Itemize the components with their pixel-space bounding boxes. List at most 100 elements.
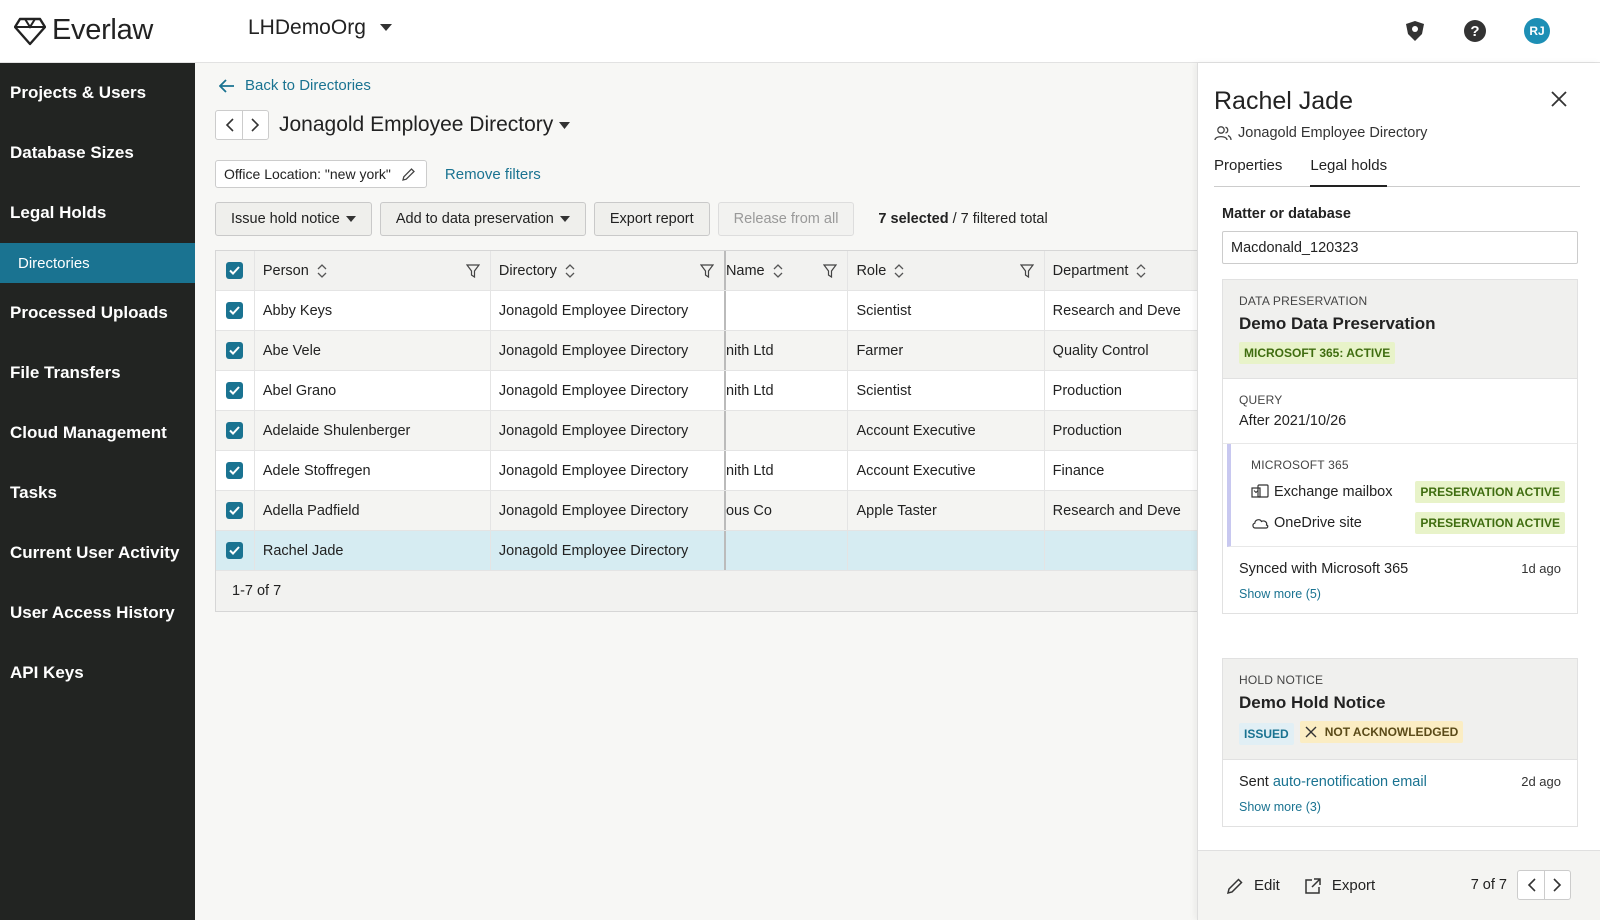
cell-directory: Jonagold Employee Directory	[491, 531, 726, 570]
issue-hold-notice-button[interactable]: Issue hold notice	[215, 202, 372, 236]
tab-legal-holds[interactable]: Legal holds	[1310, 157, 1388, 187]
exchange-icon	[1251, 484, 1269, 500]
sort-icon[interactable]	[1136, 263, 1146, 279]
row-checkbox[interactable]	[216, 451, 255, 490]
sidebar-item-directories[interactable]: Directories	[0, 243, 195, 283]
export-report-button[interactable]: Export report	[593, 202, 710, 236]
cell-department: Research and Deve	[1052, 302, 1181, 319]
sidebar-item-tasks[interactable]: Tasks	[0, 463, 195, 523]
preservation-title[interactable]: Demo Data Preservation	[1239, 314, 1561, 334]
help-icon[interactable]: ?	[1464, 20, 1486, 42]
table-row-selected[interactable]: Rachel Jade Jonagold Employee Directory	[216, 531, 1197, 571]
filtered-total: / 7 filtered total	[948, 211, 1048, 227]
table-row[interactable]: Abby Keys Jonagold Employee Directory Sc…	[216, 291, 1197, 331]
row-checkbox[interactable]	[216, 531, 255, 570]
cell-name: nith Ltd	[726, 331, 849, 370]
cell-name: ous Co	[726, 491, 849, 530]
cell-department: Research and Deve	[1052, 502, 1181, 519]
arrow-left-icon	[219, 78, 235, 93]
hold-notice-show-more-link[interactable]: Show more (3)	[1239, 800, 1561, 814]
sort-icon[interactable]	[773, 263, 783, 279]
org-switcher[interactable]: LHDemoOrg	[248, 16, 392, 40]
people-icon	[1214, 125, 1232, 141]
panel-footer: Edit Export 7 of 7	[1198, 850, 1600, 920]
sidebar-item-processed-uploads[interactable]: Processed Uploads	[0, 283, 195, 343]
panel-nav-arrows	[1517, 870, 1571, 900]
sidebar-item-projects-users[interactable]: Projects & Users	[0, 63, 195, 123]
preservation-show-more-link[interactable]: Show more (5)	[1239, 587, 1561, 601]
cell-person: Adele Stoffregen	[255, 451, 491, 490]
sidebar-item-file-transfers[interactable]: File Transfers	[0, 343, 195, 403]
table-row[interactable]: Adelaide Shulenberger Jonagold Employee …	[216, 411, 1197, 451]
cell-department: Quality Control	[1052, 342, 1149, 359]
export-button[interactable]: Export	[1304, 877, 1375, 895]
chevron-right-icon[interactable]	[242, 111, 268, 139]
everlaw-logo[interactable]: Everlaw	[14, 14, 153, 47]
row-checkbox[interactable]	[216, 411, 255, 450]
back-to-directories-link[interactable]: Back to Directories	[219, 77, 371, 94]
sidebar-item-legal-holds[interactable]: Legal Holds	[0, 183, 195, 243]
cell-person: Abel Grano	[255, 371, 491, 410]
row-checkbox[interactable]	[216, 371, 255, 410]
table-row[interactable]: Abe Vele Jonagold Employee Directory nit…	[216, 331, 1197, 371]
back-link-label: Back to Directories	[245, 77, 371, 94]
m365-label: MICROSOFT 365	[1251, 458, 1349, 472]
sidebar-item-database-sizes[interactable]: Database Sizes	[0, 123, 195, 183]
directory-title-dropdown[interactable]: Jonagold Employee Directory	[279, 113, 571, 137]
cell-role: Apple Taster	[848, 491, 1045, 530]
office-location-filter[interactable]: Office Location: "new york"	[215, 160, 427, 188]
shield-icon[interactable]	[1404, 20, 1426, 42]
column-header-person[interactable]: Person	[255, 251, 491, 290]
selection-count: 7 selected / 7 filtered total	[878, 211, 1047, 227]
filter-icon[interactable]	[1019, 263, 1034, 278]
auto-renotification-link[interactable]: auto-renotification email	[1273, 774, 1427, 790]
sort-icon[interactable]	[565, 263, 575, 279]
filter-icon[interactable]	[699, 263, 714, 278]
close-icon[interactable]	[1551, 91, 1567, 107]
chevron-right-icon[interactable]	[1544, 871, 1570, 899]
pencil-icon[interactable]	[401, 167, 416, 182]
sort-icon[interactable]	[894, 263, 904, 279]
table-row[interactable]: Abel Grano Jonagold Employee Directory n…	[216, 371, 1197, 411]
caret-down-icon	[559, 121, 571, 129]
caret-down-icon	[379, 24, 392, 32]
select-all-checkbox[interactable]	[216, 251, 255, 290]
row-checkbox[interactable]	[216, 491, 255, 530]
user-avatar[interactable]: RJ	[1524, 18, 1550, 44]
onedrive-status-badge: PRESERVATION ACTIVE	[1415, 512, 1565, 534]
table-row[interactable]: Adella Padfield Jonagold Employee Direct…	[216, 491, 1197, 531]
matter-input[interactable]: Macdonald_120323	[1222, 231, 1578, 264]
chevron-left-icon[interactable]	[216, 111, 242, 139]
filter-icon[interactable]	[823, 263, 838, 278]
sidebar-item-api-keys[interactable]: API Keys	[0, 643, 195, 703]
sidebar-item-cloud-management[interactable]: Cloud Management	[0, 403, 195, 463]
add-to-data-preservation-button[interactable]: Add to data preservation	[379, 202, 586, 236]
column-header-name[interactable]: Name	[726, 251, 849, 290]
sidebar-item-user-access-history[interactable]: User Access History	[0, 583, 195, 643]
column-header-directory[interactable]: Directory	[491, 251, 726, 290]
column-header-role[interactable]: Role	[848, 251, 1045, 290]
name-header-label: Name	[725, 262, 765, 279]
cell-person: Adella Padfield	[255, 491, 491, 530]
person-directory-label: Jonagold Employee Directory	[1238, 125, 1428, 141]
cell-name: nith Ltd	[726, 371, 849, 410]
sidebar: Projects & Users Database Sizes Legal Ho…	[0, 63, 195, 920]
table-row[interactable]: Adele Stoffregen Jonagold Employee Direc…	[216, 451, 1197, 491]
edit-button[interactable]: Edit	[1226, 877, 1280, 895]
release-from-all-button[interactable]: Release from all	[717, 202, 855, 236]
cloud-icon	[1251, 516, 1269, 530]
query-value: After 2021/10/26	[1239, 413, 1347, 429]
filter-icon[interactable]	[465, 263, 480, 278]
sidebar-item-current-user-activity[interactable]: Current User Activity	[0, 523, 195, 583]
pager-label: 7 of 7	[1470, 877, 1507, 893]
column-header-department[interactable]: Department	[1045, 251, 1197, 290]
row-checkbox[interactable]	[216, 331, 255, 370]
person-header-label: Person	[262, 262, 309, 279]
hold-notice-title[interactable]: Demo Hold Notice	[1239, 693, 1561, 713]
chevron-left-icon[interactable]	[1518, 871, 1544, 899]
cell-directory: Jonagold Employee Directory	[491, 411, 726, 450]
tab-properties[interactable]: Properties	[1214, 157, 1282, 187]
sort-icon[interactable]	[317, 263, 327, 279]
remove-filters-link[interactable]: Remove filters	[445, 166, 541, 183]
row-checkbox[interactable]	[216, 291, 255, 330]
